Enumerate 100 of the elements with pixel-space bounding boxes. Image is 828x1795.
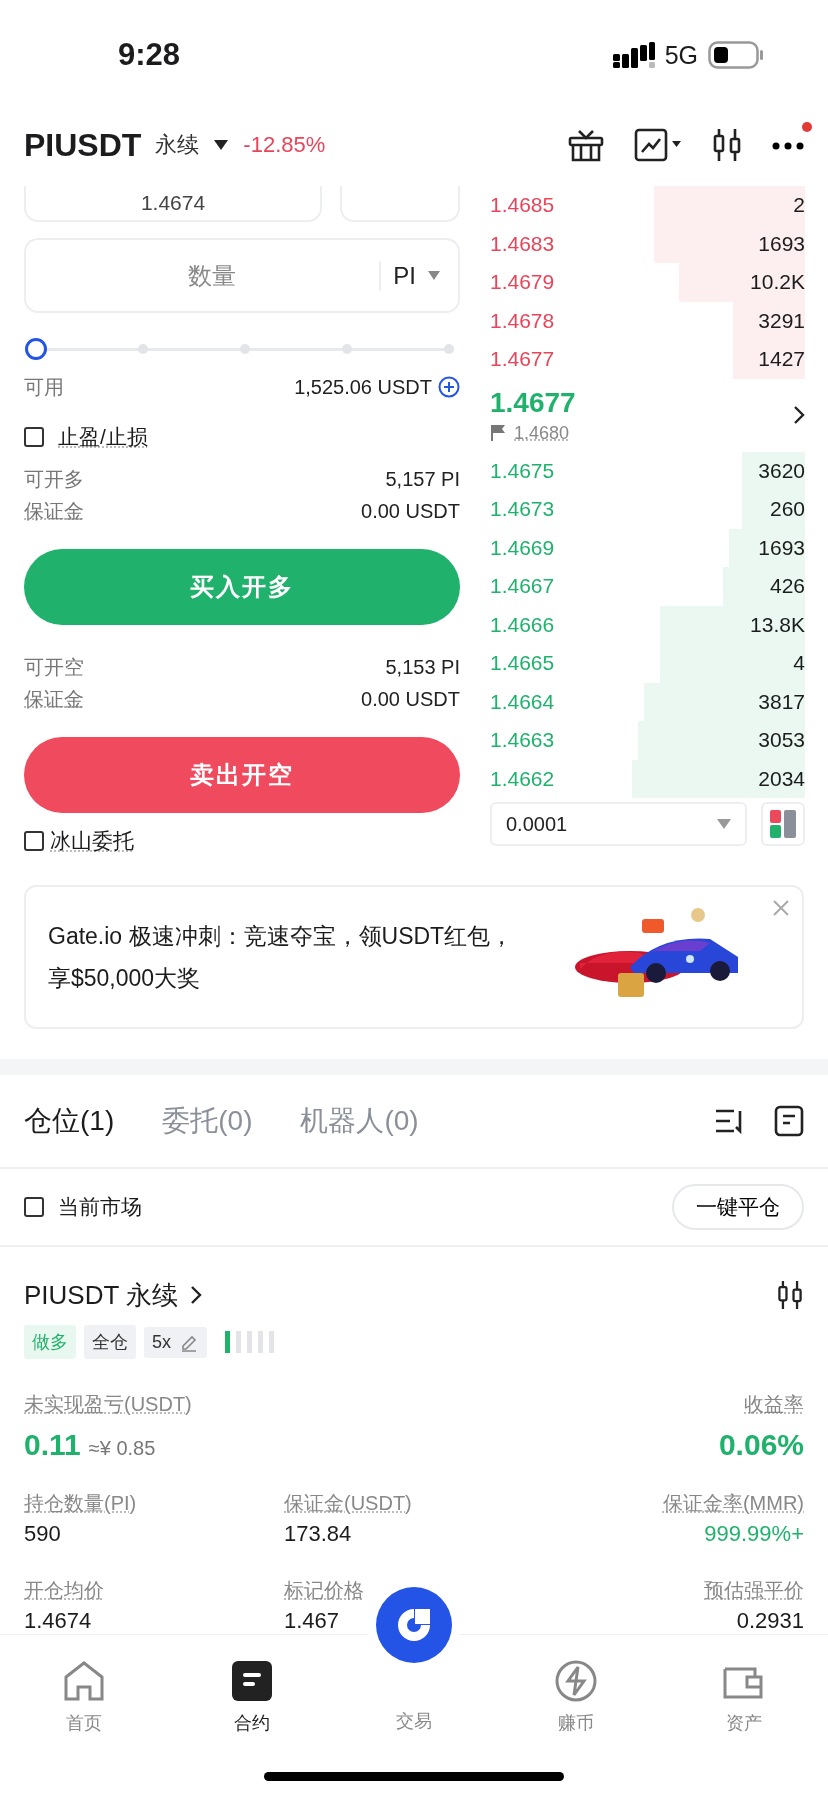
- checkbox[interactable]: [24, 831, 44, 851]
- clock-time: 9:28: [118, 37, 181, 73]
- ask-price: 1.4679: [490, 270, 555, 295]
- ask-price: 1.4678: [490, 308, 555, 333]
- value: 0.2931: [736, 1608, 804, 1634]
- nav-item[interactable]: 交易: [390, 1709, 438, 1734]
- checkbox[interactable]: [24, 427, 44, 447]
- value: 0.00 USDT: [361, 687, 460, 711]
- pnl-value: 0.11: [24, 1428, 81, 1462]
- bid-price: 1.4663: [490, 728, 555, 753]
- price-field[interactable]: 1.4674: [24, 186, 322, 222]
- document-icon[interactable]: [774, 1105, 804, 1137]
- label: 保证金(USDT): [284, 1491, 413, 1516]
- chart-menu-icon[interactable]: [634, 128, 682, 162]
- earn-icon: [554, 1659, 598, 1703]
- bid-price: 1.4667: [490, 574, 555, 599]
- label: 保证金: [24, 498, 84, 524]
- symbol-title: PIUSDT: [24, 126, 142, 164]
- caret-icon[interactable]: [717, 819, 731, 829]
- layout-toggle[interactable]: [761, 802, 805, 846]
- label: 收益率: [744, 1392, 804, 1417]
- tab[interactable]: 仓位(1): [24, 1102, 115, 1140]
- depth-dropdown[interactable]: 0.0001: [490, 802, 747, 846]
- checkbox[interactable]: [24, 1197, 44, 1217]
- bid-price: 1.4673: [490, 497, 555, 522]
- checkbox-label: 当前市场: [58, 1194, 142, 1220]
- sell-button[interactable]: 卖出开空: [24, 737, 460, 813]
- ask-amount: 10.2K: [750, 270, 805, 295]
- label: 保证金率(MMR): [662, 1491, 804, 1516]
- label: 未实现盈亏(USDT): [24, 1392, 192, 1417]
- ask-price: 1.4677: [490, 347, 555, 372]
- roe-value: 0.06%: [718, 1428, 804, 1462]
- pnl-approx: ≈¥ 0.85: [88, 1437, 156, 1460]
- candlestick-icon[interactable]: [776, 1280, 804, 1310]
- bid-amount: 13.8K: [750, 612, 805, 637]
- bid-price: 1.4675: [490, 458, 555, 483]
- ask-amount: 2: [793, 193, 805, 218]
- slider-step[interactable]: [342, 344, 352, 354]
- bid-amount: 260: [769, 497, 805, 522]
- home-icon: [62, 1659, 106, 1703]
- ask-amount: 1693: [758, 231, 805, 256]
- nav-item[interactable]: 合约: [168, 1635, 336, 1795]
- bid-amount: 3053: [758, 728, 805, 753]
- checkbox-label: 止盈/止损: [58, 424, 148, 450]
- margin-mode-tag: 全仓: [84, 1325, 136, 1359]
- value: 1.467: [284, 1608, 341, 1634]
- nav-item[interactable]: 赚币: [492, 1635, 660, 1795]
- label: 开仓均价: [24, 1578, 105, 1603]
- bid-amount: 1693: [758, 535, 805, 560]
- slider-step[interactable]: [138, 344, 148, 354]
- value: 5,157 PI: [385, 467, 460, 491]
- bid-amount: 4: [793, 651, 805, 676]
- bid-price: 1.4665: [490, 651, 555, 676]
- slider-step[interactable]: [444, 344, 454, 354]
- nav-item[interactable]: 首页: [0, 1635, 168, 1795]
- checkbox-label: 冰山委托: [50, 828, 134, 854]
- price-change: -12.85%: [243, 132, 326, 158]
- value: 5,153 PI: [385, 655, 460, 679]
- nav-item[interactable]: 资产: [660, 1635, 828, 1795]
- close-all-button[interactable]: 一键平仓: [672, 1184, 804, 1230]
- more-icon[interactable]: [772, 142, 804, 150]
- value: 1,525.06 USDT: [294, 375, 432, 399]
- label: 持仓数量(PI): [24, 1491, 138, 1516]
- value: 0.00 USDT: [361, 499, 460, 523]
- candlestick-icon[interactable]: [712, 128, 742, 162]
- chevron-right-icon[interactable]: [793, 405, 805, 425]
- bid-amount: 2034: [758, 766, 805, 791]
- bid-price: 1.4664: [490, 689, 555, 714]
- ask-amount: 1427: [758, 347, 805, 372]
- value: 173.84: [284, 1521, 353, 1547]
- bid-price: 1.4666: [490, 612, 555, 637]
- label: 可开多: [24, 466, 84, 492]
- bid-price: 1.4662: [490, 766, 555, 791]
- label: 可开空: [24, 654, 84, 680]
- label: 可用: [24, 374, 64, 400]
- book-layout-icon[interactable]: [770, 810, 796, 838]
- value: 1.4674: [24, 1608, 93, 1634]
- flag-icon: [490, 424, 506, 442]
- gift-icon[interactable]: [568, 128, 604, 162]
- label: 标记价格: [284, 1578, 365, 1603]
- slider-thumb[interactable]: [25, 338, 47, 360]
- dropdown-caret-icon[interactable]: [213, 139, 230, 151]
- side-tag: 做多: [24, 1325, 76, 1359]
- ask-price: 1.4685: [490, 193, 555, 218]
- label: 预估强平价: [704, 1578, 804, 1603]
- document-icon: [230, 1659, 274, 1703]
- value: 590: [24, 1521, 62, 1547]
- slider-step[interactable]: [240, 344, 250, 354]
- add-icon[interactable]: [438, 376, 460, 398]
- label: 保证金: [24, 686, 84, 712]
- contract-type: 永续: [155, 131, 200, 159]
- bid-amount: 426: [769, 574, 805, 599]
- position-title[interactable]: PIUSDT 永续: [24, 1277, 179, 1313]
- leverage-tag[interactable]: 5x: [144, 1326, 207, 1358]
- last-price: 1.4677: [490, 386, 576, 419]
- battery-icon: [708, 41, 764, 69]
- bid-amount: 3817: [758, 689, 805, 714]
- value: 999.99%+: [704, 1521, 804, 1547]
- bid-price: 1.4669: [490, 535, 555, 560]
- chevron-right-icon[interactable]: [190, 1285, 203, 1305]
